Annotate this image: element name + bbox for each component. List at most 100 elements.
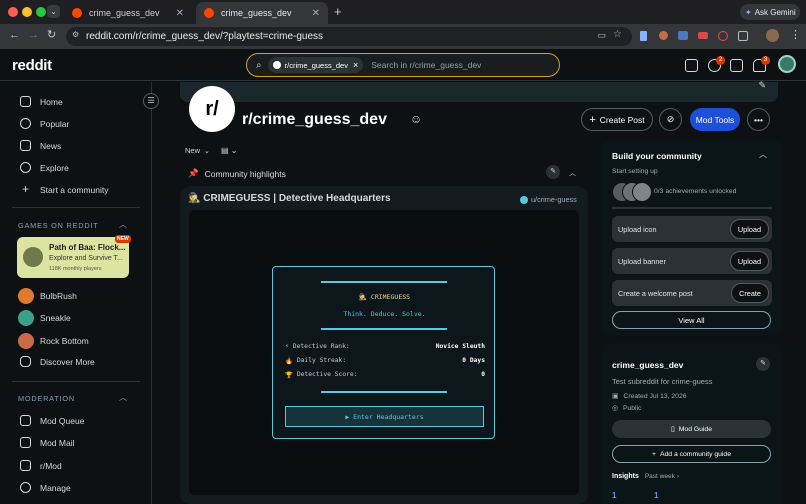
mod-mail-icon [20, 437, 31, 448]
visibility: ◎ Public [612, 404, 641, 413]
r-mod-icon [20, 460, 31, 471]
sort-label: New [185, 146, 201, 155]
edit-highlights-icon[interactable]: ✎ [546, 165, 560, 179]
extension-icon[interactable] [698, 32, 708, 39]
new-tab-icon[interactable]: + [334, 4, 342, 19]
collapse-build-icon[interactable]: ︿ [759, 149, 767, 160]
sidebar-game-bulbrush[interactable]: BulbRush [18, 288, 77, 304]
bookmark-star-icon[interactable]: ☆ [613, 29, 622, 40]
close-tab-icon[interactable]: ✕ [176, 8, 184, 19]
divider [321, 328, 447, 330]
edit-community-icon[interactable]: ☺ [410, 112, 422, 126]
forward-icon[interactable]: → [28, 29, 39, 41]
sidebar-item-manage[interactable]: Manage [20, 482, 71, 493]
collapse-highlights-icon[interactable]: ︿ [569, 168, 576, 178]
sidebar-item-label: Rock Bottom [40, 336, 89, 346]
extension-icon[interactable] [659, 31, 668, 40]
sidebar-item-mod-queue[interactable]: Mod Queue [20, 415, 84, 426]
mod-tools-button[interactable]: Mod Tools [690, 108, 740, 131]
minimize-window-button[interactable] [22, 7, 32, 17]
mod-guide-button[interactable]: ▯ Mod Guide [612, 420, 771, 438]
search-placeholder[interactable]: Search in r/crime_guess_dev [371, 60, 481, 70]
community-name: r/crime_guess_dev [242, 111, 387, 128]
build-community-title: Build your community [612, 151, 702, 161]
sidebar-item-label: Start a community [40, 184, 109, 195]
sidebar-item-label: Manage [40, 482, 71, 493]
highlight-post[interactable]: 🕵 CRIMEGUESS | Detective Headquarters u/… [180, 186, 588, 504]
view-all-button[interactable]: View All [612, 311, 771, 329]
stat-label: Detective Score: [296, 371, 358, 378]
user-avatar[interactable] [778, 55, 796, 73]
sidebar-item-r-mod[interactable]: r/Mod [20, 460, 62, 471]
create-icon[interactable] [730, 59, 743, 72]
sidebar-item-news[interactable]: News [20, 140, 61, 151]
sidebar-game-sneakle[interactable]: Sneakle [18, 310, 71, 326]
profile-avatar[interactable] [766, 29, 779, 42]
mute-notifications-button[interactable]: ⊘ [659, 108, 682, 131]
game-panel: 🕵 CRIMEGUESS Think. Deduce. Solve. ⚡ Det… [272, 266, 495, 439]
achievements-count: 0/3 achievements unlocked [654, 188, 737, 195]
more-options-button[interactable]: ••• [747, 108, 770, 131]
create-post-button[interactable]: + Create Post [581, 108, 653, 131]
sidebar-discover-more[interactable]: Discover More [20, 356, 95, 367]
extension-icon[interactable] [678, 31, 688, 40]
page-scrollbar[interactable] [799, 82, 806, 504]
tab-title: crime_guess_dev [89, 8, 160, 18]
game-brand: 🕵 CRIMEGUESS [358, 293, 411, 301]
tab-search-icon[interactable]: ⌄ [47, 5, 60, 18]
upload-icon-button[interactable]: Upload [729, 219, 769, 239]
post-author[interactable]: u/crime-guess [520, 195, 577, 204]
upload-icon-row: Upload icon Upload [612, 216, 772, 242]
maximize-window-button[interactable] [36, 7, 46, 17]
close-window-button[interactable] [8, 7, 18, 17]
edit-banner-icon[interactable]: ✎ [758, 80, 766, 91]
community-highlights-header[interactable]: 📌 Community highlights ✎ ︿ [188, 165, 580, 179]
games-section-header[interactable]: GAMES ON REDDIT [18, 221, 99, 230]
collapse-moderation-icon[interactable]: ︿ [119, 392, 127, 403]
post-title[interactable]: 🕵 CRIMEGUESS | Detective Headquarters [188, 193, 391, 204]
sidebar-item-popular[interactable]: Popular [20, 118, 69, 129]
collapse-games-icon[interactable]: ︿ [119, 219, 127, 230]
reddit-logo[interactable]: reddit [12, 57, 52, 74]
moderation-section-header[interactable]: MODERATION [18, 394, 75, 403]
close-tab-icon[interactable]: ✕ [312, 8, 320, 19]
sidebar-item-home[interactable]: Home [20, 96, 63, 107]
sidebar-item-explore[interactable]: Explore [20, 162, 69, 173]
sort-dropdown[interactable]: New ⌄ [185, 146, 210, 155]
featured-game-card[interactable]: Path of Baa: Flock... Explore and Surviv… [17, 235, 131, 278]
view-mode-dropdown[interactable]: ▤ ⌄ [221, 146, 237, 155]
extension-icon[interactable] [718, 31, 728, 41]
extensions-puzzle-icon[interactable] [738, 31, 748, 41]
edit-about-icon[interactable]: ✎ [756, 357, 770, 371]
extension-icon[interactable] [640, 31, 647, 41]
stat-rank: ⚡ Detective Rank: Novice Sleuth [285, 343, 485, 350]
address-bar[interactable]: ⚙ reddit.com/r/crime_guess_dev/?playtest… [66, 27, 632, 46]
reload-icon[interactable]: ↻ [47, 28, 56, 41]
enter-headquarters-button[interactable]: ▶ Enter Headquarters [285, 406, 484, 427]
build-community-card: Build your community ︿ Start setting up … [602, 140, 782, 335]
search-community-chip[interactable]: r/crime_guess_dev × [267, 57, 364, 73]
sidebar-item-start-community[interactable]: + Start a community [20, 183, 109, 195]
remove-chip-icon[interactable]: × [353, 60, 358, 70]
stat-value: 0 Days [462, 357, 485, 364]
upload-banner-button[interactable]: Upload [729, 251, 769, 271]
sidebar-item-mod-mail[interactable]: Mod Mail [20, 437, 74, 448]
featured-game-icon [23, 247, 43, 267]
sidebar-game-rock-bottom[interactable]: Rock Bottom [18, 333, 89, 349]
collapse-sidebar-button[interactable]: ☰ [143, 93, 159, 109]
sidebar-item-label: Mod Queue [40, 415, 85, 426]
add-community-guide-button[interactable]: + Add a community guide [612, 445, 771, 463]
create-welcome-post-button[interactable]: Create [731, 283, 769, 303]
site-info-icon[interactable]: ⚙ [72, 30, 79, 39]
search-bar[interactable]: ⌕ r/crime_guess_dev × Search in r/crime_… [246, 53, 560, 77]
search-icon: ⌕ [256, 59, 262, 71]
browser-menu-icon[interactable]: ⋮ [790, 28, 801, 41]
install-app-icon[interactable]: ▭ [597, 30, 606, 41]
ask-gemini-button[interactable]: ✦ Ask Gemini [740, 4, 800, 20]
browser-tab-1[interactable]: crime_guess_dev ✕ [64, 2, 192, 24]
back-icon[interactable]: ← [9, 29, 20, 41]
browser-tab-2[interactable]: crime_guess_dev ✕ [196, 2, 328, 24]
author-avatar [520, 195, 528, 204]
advertise-icon[interactable] [685, 59, 698, 72]
insights-header[interactable]: Insights Past week › [612, 473, 679, 480]
